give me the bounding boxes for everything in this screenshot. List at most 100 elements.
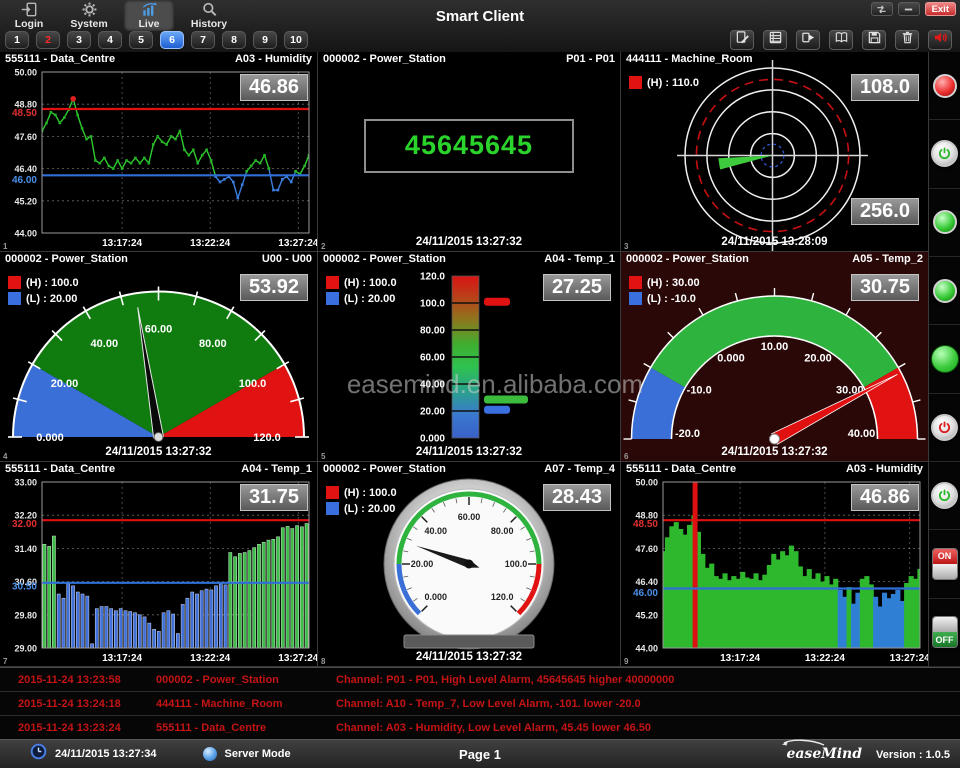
alarm-message: Channel: P01 - P01, High Level Alarm, 45… xyxy=(336,674,960,686)
low-limit-swatch xyxy=(629,292,642,305)
tab-6[interactable]: 6 xyxy=(160,31,184,49)
svg-text:100.0: 100.0 xyxy=(420,299,445,310)
svg-text:13:17:24: 13:17:24 xyxy=(102,238,142,249)
book-button[interactable] xyxy=(829,30,853,50)
panel-index: 4 xyxy=(3,452,7,461)
panel-station: 555111 - Data_Centre xyxy=(5,53,115,65)
green-led-button[interactable] xyxy=(933,210,957,234)
svg-text:44.00: 44.00 xyxy=(14,229,37,239)
panel-thermometer: 000002 - Power_StationA04 - Temp_1 0.000… xyxy=(318,252,621,462)
panel-station: 555111 - Data_Centre xyxy=(5,463,115,475)
svg-text:100.0: 100.0 xyxy=(505,559,528,569)
tab-1[interactable]: 1 xyxy=(5,31,29,49)
svg-text:120.0: 120.0 xyxy=(491,592,514,602)
svg-text:13:27:24: 13:27:24 xyxy=(278,238,317,249)
panel-station: 555111 - Data_Centre xyxy=(626,463,736,475)
panel-semicircle-gauge: 000002 - Power_StationU00 - U00 0.00020.… xyxy=(0,252,318,462)
tab-3[interactable]: 3 xyxy=(67,31,91,49)
panel-station: 444111 - Machine_Room xyxy=(626,53,753,65)
green-power-button[interactable] xyxy=(931,140,958,167)
svg-text:0.000: 0.000 xyxy=(420,434,445,445)
svg-text:48.50: 48.50 xyxy=(12,108,37,119)
tab-9[interactable]: 9 xyxy=(253,31,277,49)
red-power-button[interactable] xyxy=(931,414,958,441)
svg-text:13:22:24: 13:22:24 xyxy=(805,653,845,664)
off-switch-label: OFF xyxy=(933,632,957,647)
grid-icon xyxy=(768,30,783,50)
speaker-button[interactable] xyxy=(928,30,952,50)
on-switch[interactable]: ON xyxy=(932,548,958,580)
panel-index: 1 xyxy=(3,242,7,251)
high-limit-label: (H) : 30.00 xyxy=(647,277,700,289)
panel-channel: A03 - Humidity xyxy=(846,463,923,475)
svg-text:13:27:24: 13:27:24 xyxy=(278,653,317,664)
panel-index: 5 xyxy=(321,452,325,461)
power-icon xyxy=(936,487,953,504)
svg-text:46.00: 46.00 xyxy=(633,588,658,599)
svg-text:60.00: 60.00 xyxy=(458,512,481,522)
export-button[interactable] xyxy=(796,30,820,50)
tab-5[interactable]: 5 xyxy=(129,31,153,49)
svg-text:10.00: 10.00 xyxy=(761,341,789,353)
panel-legend: (H) : 100.0 (L) : 20.00 xyxy=(326,276,397,308)
panel-index: 2 xyxy=(321,242,325,251)
trash-button[interactable] xyxy=(895,30,919,50)
grid-button[interactable] xyxy=(763,30,787,50)
svg-text:80.00: 80.00 xyxy=(199,338,227,350)
low-limit-swatch xyxy=(8,292,21,305)
alarm-list: 2015-11-24 13:23:58000002 - Power_Statio… xyxy=(0,667,960,739)
svg-text:44.00: 44.00 xyxy=(635,644,658,654)
minimize-button[interactable] xyxy=(898,2,920,16)
toolbar xyxy=(730,30,952,50)
sidebar-cell xyxy=(929,394,960,462)
alarm-row[interactable]: 2015-11-24 13:23:58000002 - Power_Statio… xyxy=(0,668,960,692)
svg-text:80.00: 80.00 xyxy=(420,326,445,337)
window-controls: Exit xyxy=(871,2,956,16)
sidebar-cell xyxy=(929,52,960,120)
panel-station: 000002 - Power_Station xyxy=(323,463,446,475)
tab-8[interactable]: 8 xyxy=(222,31,246,49)
save-button[interactable] xyxy=(862,30,886,50)
alarm-time: 2015-11-24 13:23:58 xyxy=(18,674,146,686)
svg-text:40.00: 40.00 xyxy=(425,526,448,536)
alarm-row[interactable]: 2015-11-24 13:23:24555111 - Data_CentreC… xyxy=(0,716,960,740)
red-led-button[interactable] xyxy=(933,74,957,98)
panel-legend: (H) : 100.0 (L) : 20.00 xyxy=(326,486,397,518)
minimize-icon xyxy=(903,4,914,15)
value-display: 30.75 xyxy=(851,274,919,301)
off-switch[interactable]: OFF xyxy=(932,616,958,648)
high-limit-swatch xyxy=(8,276,21,289)
svg-text:46.40: 46.40 xyxy=(14,164,37,174)
alarm-row[interactable]: 2015-11-24 13:24:18444111 - Machine_Room… xyxy=(0,692,960,716)
svg-text:33.00: 33.00 xyxy=(14,478,37,488)
tab-10[interactable]: 10 xyxy=(284,31,308,49)
green-power-button[interactable] xyxy=(931,482,958,509)
svg-text:48.50: 48.50 xyxy=(633,519,658,530)
green-ball-button[interactable] xyxy=(931,345,959,373)
exit-button[interactable]: Exit xyxy=(925,2,956,16)
high-limit-swatch xyxy=(326,486,339,499)
edit-button[interactable] xyxy=(730,30,754,50)
tab-2[interactable]: 2 xyxy=(36,31,60,49)
svg-text:120.0: 120.0 xyxy=(420,272,445,283)
panel-index: 6 xyxy=(624,452,628,461)
high-limit-swatch xyxy=(326,276,339,289)
switch-view-button[interactable] xyxy=(871,2,893,16)
sidebar-cell: OFF xyxy=(929,599,960,667)
panel-channel: P01 - P01 xyxy=(566,53,615,65)
panel-channel: U00 - U00 xyxy=(262,253,312,265)
svg-text:50.00: 50.00 xyxy=(14,68,37,78)
svg-text:32.00: 32.00 xyxy=(12,519,37,530)
panel-humidity-trend: 555111 - Data_Centre A03 - Humidity 50.00… xyxy=(0,52,318,252)
alarm-station: 555111 - Data_Centre xyxy=(156,722,336,734)
panel-channel: A03 - Humidity xyxy=(235,53,312,65)
alarm-message: Channel: A03 - Humidity, Low Level Alarm… xyxy=(336,722,960,734)
svg-text:-20.0: -20.0 xyxy=(675,428,700,440)
tab-7[interactable]: 7 xyxy=(191,31,215,49)
green-led-button[interactable] xyxy=(933,279,957,303)
app-title: Smart Client xyxy=(0,8,960,25)
svg-text:47.60: 47.60 xyxy=(635,544,658,554)
svg-text:13:22:24: 13:22:24 xyxy=(190,238,230,249)
tab-4[interactable]: 4 xyxy=(98,31,122,49)
status-right: easeMind Version : 1.0.5 xyxy=(786,746,950,762)
